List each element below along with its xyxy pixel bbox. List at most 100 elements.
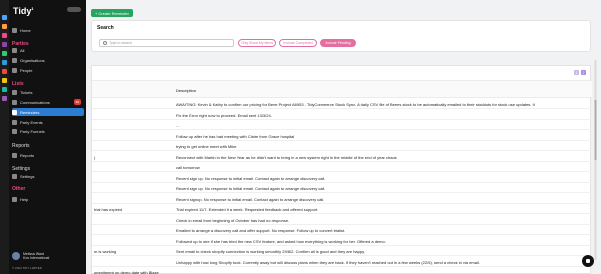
row-party-cell: m is working — [94, 249, 117, 254]
table-row[interactable]: Emailed to arrange a discovery call and … — [92, 225, 592, 235]
row-description-cell: Recent sign up. No response to initial e… — [176, 175, 326, 181]
sidebar-item-tickets[interactable]: Tickets — [12, 88, 84, 96]
user-profile[interactable]: Melissa Ward Kos International — [12, 252, 49, 260]
sidebar-item-label: Organisations — [20, 57, 45, 63]
table-row[interactable]: Followed up to see if she has tried the … — [92, 236, 592, 246]
table-row[interactable]: ... — [92, 120, 592, 130]
row-description-cell: Reconnect with Martin in the New Year as… — [176, 154, 397, 160]
reports-icon — [12, 152, 17, 158]
copyright-text: © 2024 TIDY LIMITED — [12, 266, 42, 270]
filter-only-mine[interactable]: Only Show My Items — [238, 39, 276, 47]
sidebar-item-label: Party Events — [20, 119, 43, 125]
row-description-cell: Sent email to check shopify connection i… — [176, 249, 365, 254]
sidebar-item-label: People — [20, 67, 33, 73]
sidebar-item-label: Home — [20, 27, 31, 33]
row-description-cell: Recent signup. No response to initial em… — [176, 196, 325, 202]
sidebar-item-party-funnels[interactable]: Party Funnels — [12, 127, 84, 135]
party-events-icon — [12, 119, 17, 125]
user-org: Kos International — [23, 256, 50, 260]
sidebar-item-label: All — [20, 47, 25, 53]
page-2-button[interactable]: 2 — [581, 70, 586, 75]
dock-app-icon[interactable] — [2, 51, 7, 56]
sidebar-item-label: Party Funnels — [20, 128, 45, 134]
search-input[interactable]: Type to search — [99, 39, 234, 47]
home-icon — [12, 27, 17, 33]
all-icon — [12, 47, 17, 53]
dock-app-icon[interactable] — [2, 96, 7, 101]
unread-count-badge: 99 — [73, 99, 81, 105]
row-description-cell: Followed up to see if she has tried the … — [176, 238, 386, 244]
party-funnels-icon — [12, 128, 17, 134]
row-description-cell: trying to get online meet with Mike — [176, 144, 237, 149]
app-logo: Tidy1 — [13, 6, 34, 16]
sidebar-item-all[interactable]: All — [12, 46, 84, 54]
row-description-cell: ... — [176, 123, 180, 128]
create-reminder-button[interactable]: + Create Reminder — [91, 9, 133, 17]
row-party-cell: trial has expired — [94, 207, 123, 212]
avatar — [12, 252, 20, 260]
sidebar-item-organisations[interactable]: Organisations — [12, 56, 84, 64]
reminders-icon — [12, 109, 17, 115]
table-row[interactable]: Follow up after he has had meeting with … — [92, 131, 592, 141]
dock-app-icon[interactable] — [2, 15, 7, 20]
dock-strip — [0, 0, 9, 274]
sidebar-item-label: Reminders — [20, 109, 40, 115]
section-heading-reports: Reports — [12, 143, 30, 149]
help-icon — [12, 196, 17, 202]
dock-app-icon[interactable] — [2, 33, 7, 38]
scrollbar[interactable] — [594, 60, 597, 260]
dock-app-icon[interactable] — [2, 69, 7, 74]
table-row[interactable]: AWAITING: Kevin & Kathy to confirm our p… — [92, 99, 592, 109]
filter-include-pending[interactable]: Include Pending — [320, 39, 356, 47]
row-party-cell: ) — [94, 154, 96, 160]
sidebar-item-party-events[interactable]: Party Events — [12, 118, 84, 126]
sidebar: Tidy1 Home Parties All Organisations People L… — [9, 0, 86, 274]
sidebar-item-settings[interactable]: Settings — [12, 172, 84, 180]
dock-app-icon[interactable] — [2, 60, 7, 65]
row-description-cell: Follow up after he has had meeting with … — [176, 133, 295, 139]
dock-app-icon[interactable] — [2, 78, 7, 83]
column-header-description[interactable]: Description — [176, 88, 196, 93]
sidebar-item-communications[interactable]: Communications 99 — [12, 98, 84, 106]
sidebar-item-home[interactable]: Home — [12, 26, 84, 34]
row-description-cell: Recent sign up. No response to initial e… — [176, 186, 326, 191]
people-icon — [12, 67, 17, 73]
dock-app-icon[interactable] — [2, 24, 7, 29]
dock-app-icon[interactable] — [2, 42, 7, 47]
tickets-icon — [12, 89, 17, 95]
table-row[interactable]: trying to get online meet with Mike — [92, 141, 592, 151]
section-heading-other: Other — [12, 186, 26, 192]
table-row[interactable]: Recent signup. No response to initial em… — [92, 194, 592, 204]
table-row[interactable]: ) Reconnect with Martin in the New Year a… — [92, 152, 592, 162]
row-description-cell: Unhappy with how long Shopify took. Curr… — [176, 259, 480, 265]
filter-include-completed[interactable]: Include Completed — [279, 39, 317, 47]
table-row[interactable]: Check in email from beginning of October… — [92, 215, 592, 225]
row-description-cell: Check in email from beginning of October… — [176, 217, 290, 223]
chat-widget-icon[interactable] — [582, 255, 594, 267]
table-row[interactable]: Recent sign up. No response to initial e… — [92, 173, 592, 183]
sidebar-item-help[interactable]: Help — [12, 195, 84, 203]
table-row[interactable]: ommitment on demo date with Blaze — [92, 267, 592, 274]
search-title: Search — [97, 25, 114, 31]
table-row[interactable]: Unhappy with how long Shopify took. Curr… — [92, 257, 592, 267]
search-icon — [103, 41, 107, 45]
collapse-toggle[interactable] — [67, 7, 81, 12]
table-row[interactable]: Recent sign up. No response to initial e… — [92, 183, 592, 193]
sidebar-item-label: Reports — [20, 152, 35, 158]
table-row[interactable]: m is working Sent email to check shopify … — [92, 246, 592, 256]
dock-app-icon[interactable] — [2, 87, 7, 92]
page-1-button[interactable]: 1 — [574, 70, 579, 75]
table-row[interactable]: Fix the Error right now to proceed. Emai… — [92, 110, 592, 120]
sidebar-item-reminders[interactable]: Reminders — [12, 108, 84, 116]
table-row[interactable]: call tomorrow — [92, 162, 592, 172]
sidebar-item-reports[interactable]: Reports — [12, 151, 84, 159]
sidebar-item-label: Communications — [20, 99, 50, 105]
sidebar-item-people[interactable]: People — [12, 66, 84, 74]
section-heading-lists: Lists — [12, 81, 24, 87]
sidebar-item-label: Settings — [20, 173, 35, 179]
table-row[interactable]: trial has expired Trial expired 11/7. Ext… — [92, 204, 592, 214]
communications-icon — [12, 99, 17, 105]
table-header: Description — [92, 80, 592, 98]
main-content: + Create Reminder Search Type to search … — [86, 0, 601, 274]
row-description-cell: call tomorrow — [176, 165, 200, 170]
